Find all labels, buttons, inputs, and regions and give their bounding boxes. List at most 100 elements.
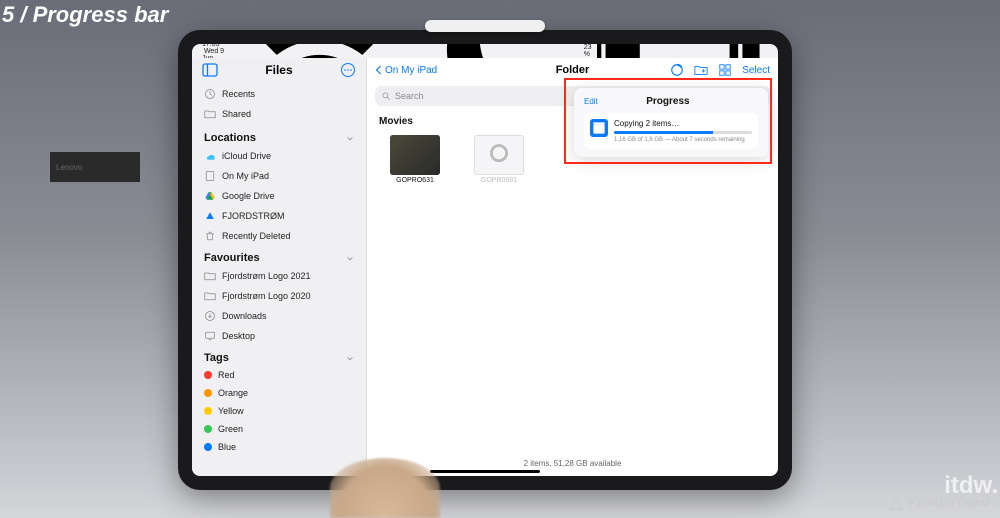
sidebar-title: Files [265, 63, 292, 77]
sidebar-item-label: Shared [222, 109, 251, 119]
sidebar-item-downloads[interactable]: Downloads [192, 306, 366, 326]
chevron-down-icon [346, 254, 354, 262]
sidebar-toggle-icon[interactable] [202, 62, 218, 78]
copy-icon [590, 119, 608, 137]
tags-heading[interactable]: Tags [192, 346, 366, 366]
heading-label: Locations [204, 132, 256, 144]
popover-header: Edit Progress [584, 96, 758, 107]
sidebar-item-label: Fjordstrøm Logo 2020 [222, 291, 311, 301]
back-button[interactable]: On My iPad [375, 65, 437, 76]
home-indicator [430, 470, 540, 473]
chevron-down-icon [346, 354, 354, 362]
search-placeholder: Search [395, 91, 424, 101]
tag-label: Red [218, 370, 235, 380]
progress-bar [614, 131, 752, 134]
file-name: GOPR0681 [481, 177, 517, 184]
sidebar-item-fav1[interactable]: Fjordstrøm Logo 2021 [192, 266, 366, 286]
cloud-icon [204, 150, 216, 162]
desktop-icon [204, 330, 216, 342]
sidebar: Files Recents Shared Lo [192, 58, 367, 476]
folder-icon [204, 290, 216, 302]
sidebar-item-googledrive[interactable]: Google Drive [192, 186, 366, 206]
heading-label: Tags [204, 352, 229, 364]
hand-thumb [330, 458, 440, 518]
tag-dot-icon [204, 425, 212, 433]
tag-dot-icon [204, 371, 212, 379]
sidebar-tag-green[interactable]: Green [192, 420, 366, 438]
sidebar-item-label: iCloud Drive [222, 151, 271, 161]
file-item[interactable]: GOPRO631 [387, 135, 443, 186]
sidebar-tag-orange[interactable]: Orange [192, 384, 366, 402]
progress-row[interactable]: Copying 2 items… 1,16 GB of 1,6 GB — Abo… [584, 113, 758, 149]
clock-icon [204, 88, 216, 100]
tags-container: Red Orange Yellow Green Blue [192, 366, 366, 456]
folder-title: Folder [556, 64, 590, 76]
doc-thumbnail [474, 135, 524, 175]
main-header: On My iPad Folder Select [367, 58, 778, 82]
sidebar-item-desktop[interactable]: Desktop [192, 326, 366, 346]
watermark: itdw. [944, 472, 998, 500]
tag-label: Orange [218, 388, 248, 398]
tag-dot-icon [204, 407, 212, 415]
tag-label: Green [218, 424, 243, 434]
ipad-icon [204, 170, 216, 182]
progress-fill [614, 131, 713, 134]
search-icon [381, 91, 391, 101]
heading-label: Favourites [204, 252, 260, 264]
ipad-device: 17:03 Wed 9 Jun 23 % [178, 30, 792, 490]
sidebar-item-recentlydeleted[interactable]: Recently Deleted [192, 226, 366, 246]
app-content: Files Recents Shared Lo [192, 58, 778, 476]
download-icon [204, 310, 216, 322]
file-item[interactable]: GOPR0681 [471, 135, 527, 186]
progress-item-title: Copying 2 items… [614, 119, 752, 128]
sidebar-item-recents[interactable]: Recents [192, 84, 366, 104]
sidebar-item-label: On My iPad [222, 171, 269, 181]
grid-icon[interactable] [718, 63, 732, 77]
progress-subtitle: 1,16 GB of 1,6 GB — About 7 seconds rema… [614, 137, 752, 143]
sidebar-item-label: Recently Deleted [222, 231, 291, 241]
googledrive-icon [204, 190, 216, 202]
edit-button[interactable]: Edit [584, 97, 598, 106]
tag-dot-icon [204, 389, 212, 397]
trash-icon [204, 230, 216, 242]
sidebar-item-label: Fjordstrøm Logo 2021 [222, 271, 311, 281]
tag-label: Yellow [218, 406, 244, 416]
chevron-left-icon [375, 65, 383, 75]
status-bar: 17:03 Wed 9 Jun 23 % [192, 44, 778, 58]
overlay-caption: 5 / Progress bar [2, 2, 168, 28]
sidebar-item-label: FJORDSTRØM [222, 211, 285, 221]
progress-text: Copying 2 items… 1,16 GB of 1,6 GB — Abo… [614, 119, 752, 143]
sidebar-item-label: Downloads [222, 311, 267, 321]
locations-heading[interactable]: Locations [192, 126, 366, 146]
sidebar-item-fjordstrom[interactable]: FJORDSTRØM [192, 206, 366, 226]
folder-icon [204, 270, 216, 282]
video-thumbnail [390, 135, 440, 175]
apple-pencil [425, 20, 545, 32]
sidebar-item-label: Google Drive [222, 191, 275, 201]
sidebar-tag-red[interactable]: Red [192, 366, 366, 384]
sidebar-item-shared[interactable]: Shared [192, 104, 366, 124]
tag-dot-icon [204, 443, 212, 451]
battery-text: 23 % [584, 44, 593, 58]
file-name: GOPRO631 [396, 177, 434, 184]
popover-title: Progress [646, 96, 689, 107]
sidebar-item-icloud[interactable]: iCloud Drive [192, 146, 366, 166]
new-folder-icon[interactable] [694, 63, 708, 77]
favourites-heading[interactable]: Favourites [192, 246, 366, 266]
select-button[interactable]: Select [742, 65, 770, 76]
progress-circle-icon[interactable] [670, 63, 684, 77]
ipad-screen: 17:03 Wed 9 Jun 23 % [192, 44, 778, 476]
chevron-down-icon [346, 134, 354, 142]
sidebar-top-section: Recents Shared [192, 82, 366, 126]
sidebar-item-label: Desktop [222, 331, 255, 341]
toolbar-actions: Select [670, 63, 770, 77]
progress-popover: Edit Progress Copying 2 items… 1,16 GB o… [574, 88, 768, 157]
tag-label: Blue [218, 442, 236, 452]
sidebar-header: Files [192, 58, 366, 82]
sidebar-tag-yellow[interactable]: Yellow [192, 402, 366, 420]
sidebar-item-fav2[interactable]: Fjordstrøm Logo 2020 [192, 286, 366, 306]
sidebar-item-label: Recents [222, 89, 255, 99]
more-icon[interactable] [340, 62, 356, 78]
sidebar-item-onmyipad[interactable]: On My iPad [192, 166, 366, 186]
sidebar-tag-blue[interactable]: Blue [192, 438, 366, 456]
